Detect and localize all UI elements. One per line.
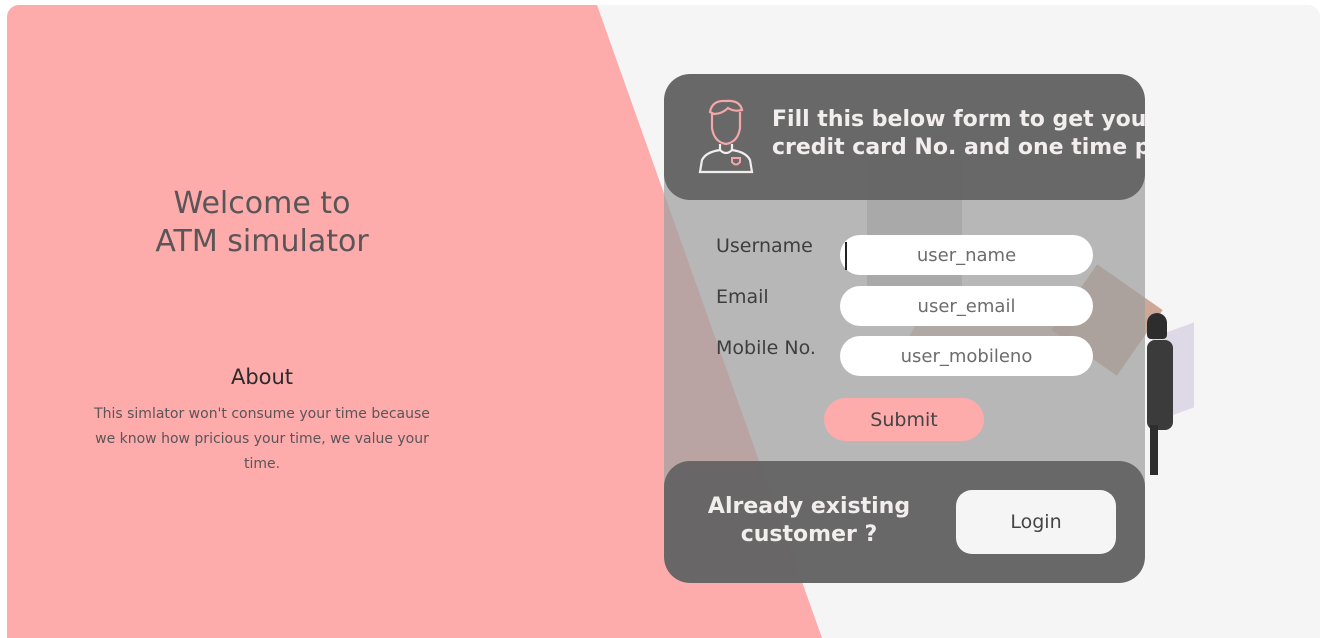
signup-card-title-line1: Fill this below form to get your [772, 107, 1145, 132]
user-icon [698, 99, 754, 174]
email-label: Email [716, 286, 769, 308]
welcome-title-line2: ATM simulator [155, 224, 369, 259]
login-button[interactable]: Login [956, 490, 1116, 554]
about-heading: About [230, 365, 294, 389]
signup-card-title: Fill this below form to get your credit … [772, 106, 1145, 162]
existing-customer-line1: Already existing [707, 494, 911, 519]
signup-card-header: Fill this below form to get your credit … [664, 74, 1145, 200]
welcome-title: Welcome to ATM simulator [97, 185, 427, 261]
illustration-person-leg [1150, 425, 1158, 475]
page-background: Welcome to ATM simulator About This siml… [7, 5, 1320, 638]
about-text: This simlator won't consume your time be… [94, 406, 430, 472]
signup-card-title-line2: credit card No. and one time pin [772, 135, 1145, 160]
signup-card: Fill this below form to get your credit … [664, 74, 1145, 583]
existing-customer-line2: customer ? [740, 522, 878, 547]
username-label: Username [716, 235, 813, 257]
email-input[interactable] [840, 286, 1093, 326]
username-input[interactable] [840, 235, 1093, 275]
illustration-person-body [1147, 340, 1173, 430]
mobile-input[interactable] [840, 336, 1093, 376]
illustration-person-head [1147, 313, 1167, 339]
existing-customer-text: Already existing customer ? [689, 493, 929, 549]
mobile-label: Mobile No. [716, 337, 816, 359]
text-caret [845, 242, 847, 270]
existing-customer-panel: Already existing customer ? Login [664, 461, 1145, 583]
submit-button[interactable]: Submit [824, 398, 984, 441]
welcome-title-line1: Welcome to [173, 186, 351, 221]
